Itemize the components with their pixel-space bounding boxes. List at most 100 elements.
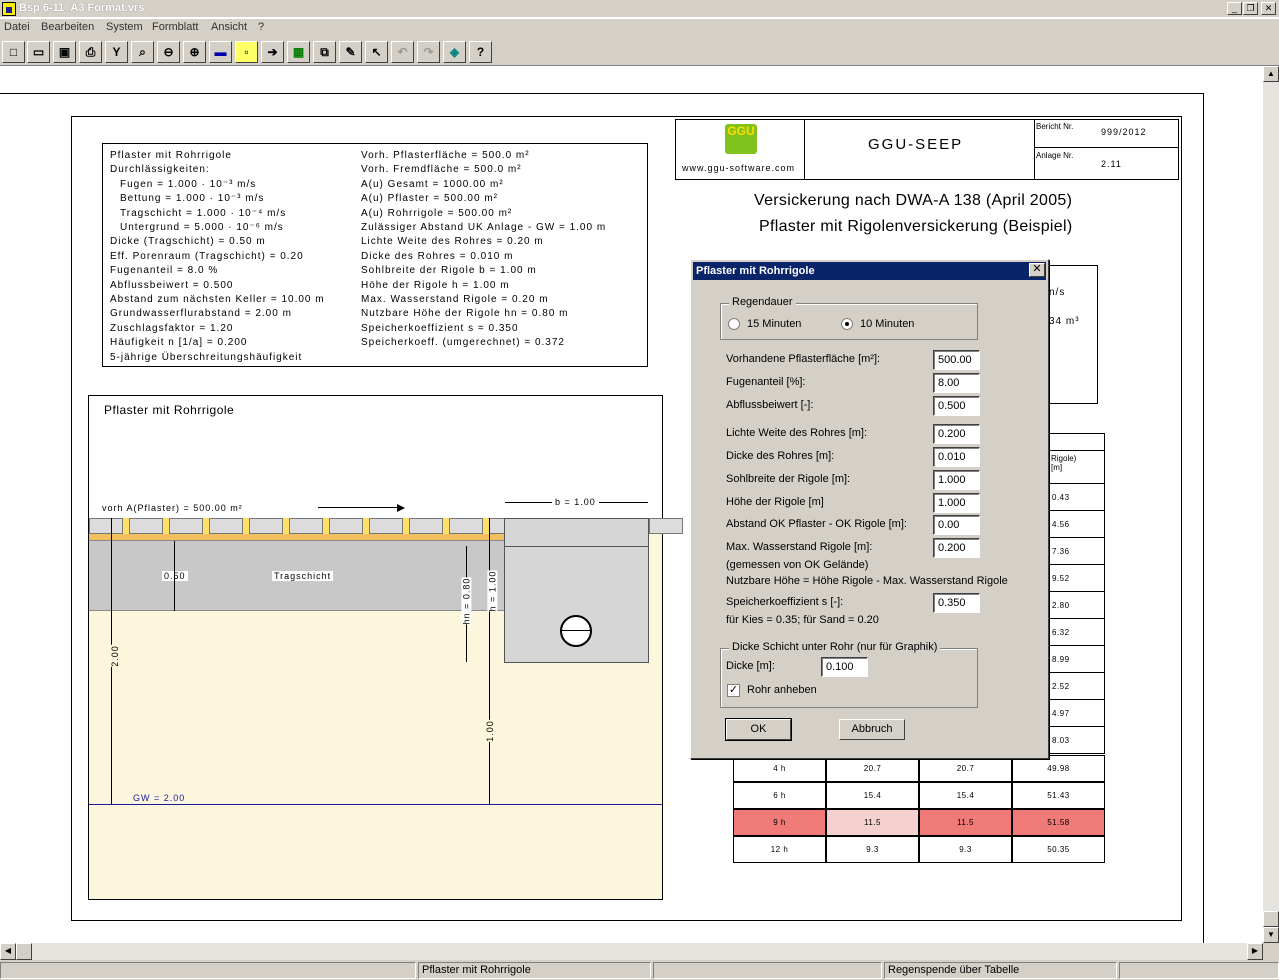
field-input[interactable]: 8.00 [933,373,980,393]
menu-bearbeiten[interactable]: Bearbeiten [41,21,94,33]
flow-arrow [318,507,403,508]
horizontal-scrollbar[interactable]: ◀ ▶ [0,943,1263,960]
document-view[interactable]: GGU www.ggu-software.com GGU-SEEP Berich… [0,66,1263,943]
param-right-line: Höhe der Rigole h = 1.00 m [361,279,510,291]
field-label: Sohlbreite der Rigole [m]: [726,473,851,485]
field-label: Abflussbeiwert [-]: [726,399,814,411]
table-cell-partial: 7.36 [1048,538,1105,565]
heading-2: Pflaster mit Rigolenversickerung (Beispi… [759,218,1073,235]
menu-datei[interactable]: Datei [4,21,30,33]
anlage-label: Anlage Nr. [1036,151,1074,160]
scroll-right-icon[interactable]: ▶ [1247,943,1263,960]
table-cell: 11.5 [919,809,1012,836]
field-input[interactable]: 500.00 [933,350,980,370]
ok-button[interactable]: OK [725,718,792,741]
menu-system[interactable]: System [106,21,143,33]
zoom-in-icon[interactable]: ⊕ [183,41,206,63]
ggu-logo: GGU [725,124,757,154]
results-partial-1: n/s [1049,287,1066,298]
cancel-button[interactable]: Abbruch [839,719,905,740]
close-window-button[interactable]: ✕ [1261,2,1276,15]
param-right-line: A(u) Gesamt = 1000.00 m² [361,178,504,190]
zoom-page-icon[interactable]: ⌕ [131,41,154,63]
dicke-input[interactable]: 0.100 [821,657,868,677]
radio-10-min[interactable] [841,318,853,330]
radio-15-min[interactable] [728,318,740,330]
undo-icon[interactable]: ↶ [391,41,414,63]
header-divider-2 [1034,119,1035,180]
minimize-button[interactable]: _ [1227,2,1242,15]
regendauer-label: Regendauer [729,296,796,308]
save-icon[interactable]: ▣ [53,41,76,63]
flow-arrowhead [397,504,405,512]
field-input[interactable]: 0.00 [933,515,980,535]
tools-icon[interactable]: Y [105,41,128,63]
print-icon[interactable]: ⎙ [79,41,102,63]
dicke-label: Dicke [m]: [726,660,775,672]
zoom-out-icon[interactable]: ⊖ [157,41,180,63]
scroll-thumb-vertical[interactable] [1263,911,1279,927]
windows-icon[interactable]: ⧉ [313,41,336,63]
field-input[interactable]: 1.000 [933,493,980,513]
page-edge-top [0,93,1204,94]
layer-label: Tragschicht [272,571,334,581]
open-folder-icon[interactable]: ▭ [27,41,50,63]
pointer-icon[interactable]: ↖ [365,41,388,63]
drawing-title: Pflaster mit Rohrrigole [104,403,235,417]
dialog-close-button[interactable]: ✕ [1029,263,1045,277]
help-icon[interactable]: ? [469,41,492,63]
table-header-text: Rigole) [1051,454,1077,463]
table-cell: 50.35 [1012,836,1105,863]
paving-stone [129,518,163,534]
radio-10-label: 10 Minuten [860,318,915,330]
field-input[interactable]: 0.200 [933,538,980,558]
vertical-scrollbar[interactable]: ▲ ▼ [1263,66,1279,943]
field-label: Lichte Weite des Rohres [m]: [726,427,868,439]
menu-help[interactable]: ? [258,21,264,33]
scroll-left-icon[interactable]: ◀ [0,943,16,960]
table-cell-partial: 8.99 [1048,646,1105,673]
new-file-icon[interactable]: □ [2,41,25,63]
restore-button[interactable]: ❐ [1243,2,1258,15]
window-icon[interactable]: ▬ [209,41,232,63]
field-input[interactable]: 1.000 [933,470,980,490]
table-header-cell: Rigole) [m] [1048,450,1105,484]
param-left-line: Pflaster mit Rohrrigole [110,150,232,161]
table-header-unit: [m] [1051,463,1063,472]
scroll-thumb-horizontal[interactable] [16,943,32,960]
arrow-right-icon[interactable]: ➔ [261,41,284,63]
table-cell: 15.4 [919,782,1012,809]
param-left-line: Durchlässigkeiten: [110,164,210,176]
field-input[interactable]: 0.200 [933,424,980,444]
scroll-up-icon[interactable]: ▲ [1263,66,1279,82]
window-title: Bsp 6-11_A3 Format.vrs [19,2,145,14]
table-cell: 4 h [733,755,826,782]
results-box-partial [1045,265,1098,404]
table-cell: 12 h [733,836,826,863]
field-input[interactable]: 0.350 [933,593,980,613]
paving-stone [329,518,363,534]
grid-icon[interactable]: ▦ [287,41,310,63]
param-left-line: 5-jährige Überschreitungshäufigkeit [110,351,303,363]
field-label: Vorhandene Pflasterfläche [m²]: [726,353,881,365]
rigole-water-line [505,546,648,547]
table-cell-partial: 9.52 [1048,565,1105,592]
field-input[interactable]: 0.010 [933,447,980,467]
paving-stone [649,518,683,534]
table-cell: 51.58 [1012,809,1105,836]
rohr-anheben-checkbox[interactable]: ✓ [727,684,740,697]
param-left-line: Grundwasserflurabstand = 2.00 m [110,308,292,320]
menu-formblatt[interactable]: Formblatt [152,21,198,33]
redo-icon[interactable]: ↷ [417,41,440,63]
paint-icon[interactable]: ✎ [339,41,362,63]
table-cell-partial: 0.43 [1048,484,1105,511]
field-input[interactable]: 0.500 [933,396,980,416]
table-cell: 20.7 [826,755,919,782]
param-right-line: Speicherkoeff. (umgerechnet) = 0.372 [361,337,565,349]
menu-ansicht[interactable]: Ansicht [211,21,247,33]
yellow-window-icon[interactable]: ▫ [235,41,258,63]
param-left-line: Fugen = 1.000 · 10⁻³ m/s [120,178,257,190]
export-icon[interactable]: ◈ [443,41,466,63]
scroll-corner [1263,943,1279,960]
scroll-down-icon[interactable]: ▼ [1263,927,1279,943]
